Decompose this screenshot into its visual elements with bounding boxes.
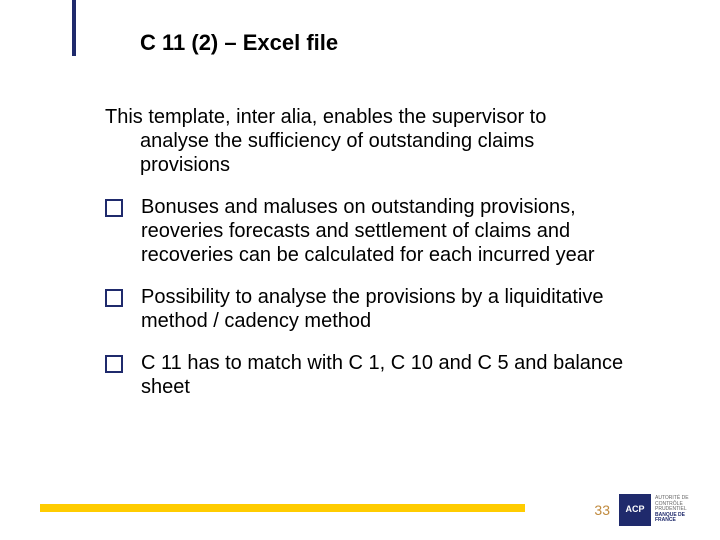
bullet-item: Bonuses and maluses on outstanding provi… — [105, 195, 625, 267]
intro-text-hang: analyse the sufficiency of outstanding c… — [105, 129, 625, 177]
logo-text-block: AUTORITÉ DE CONTRÔLE PRUDENTIEL BANQUE D… — [655, 496, 700, 524]
footer-logo: ACP AUTORITÉ DE CONTRÔLE PRUDENTIEL BANQ… — [619, 494, 700, 526]
logo-badge: ACP — [619, 494, 651, 526]
logo-line1: AUTORITÉ DE CONTRÔLE PRUDENTIEL — [655, 496, 700, 513]
title-accent-rule — [72, 0, 76, 56]
bullet-text: Possibility to analyse the provisions by… — [141, 285, 625, 333]
intro-paragraph: This template, inter alia, enables the s… — [105, 105, 625, 177]
footer-accent-bar — [40, 504, 525, 512]
logo-line2: BANQUE DE FRANCE — [655, 513, 700, 524]
square-bullet-icon — [105, 289, 123, 307]
bullet-item: C 11 has to match with C 1, C 10 and C 5… — [105, 351, 625, 399]
bullet-text: C 11 has to match with C 1, C 10 and C 5… — [141, 351, 625, 399]
intro-text-first-line: This template, inter alia, enables the s… — [105, 106, 546, 128]
content-area: This template, inter alia, enables the s… — [105, 105, 625, 417]
bullet-text: Bonuses and maluses on outstanding provi… — [141, 195, 625, 267]
square-bullet-icon — [105, 199, 123, 217]
slide-title: C 11 (2) – Excel file — [140, 30, 338, 56]
page-number: 33 — [594, 502, 610, 518]
bullet-item: Possibility to analyse the provisions by… — [105, 285, 625, 333]
square-bullet-icon — [105, 355, 123, 373]
